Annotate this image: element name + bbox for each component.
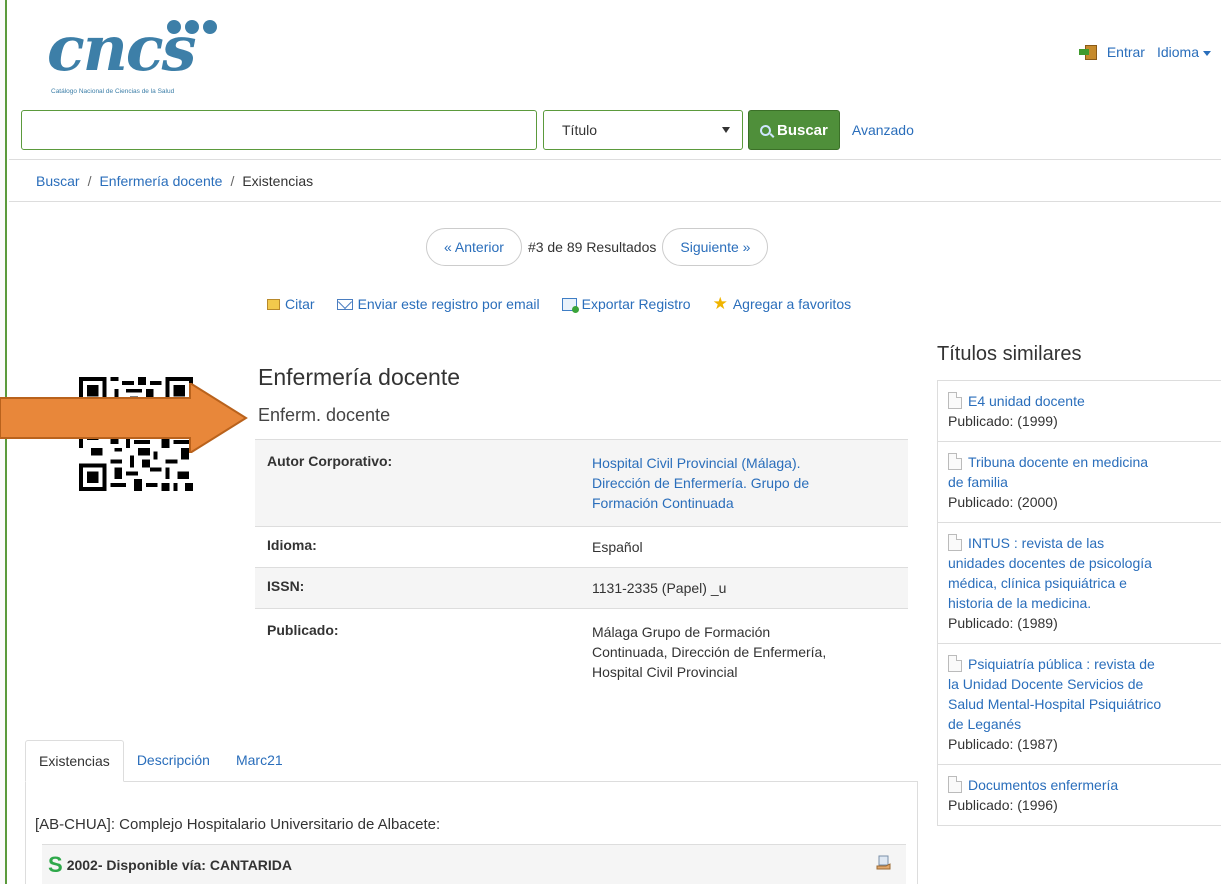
search-button-label: Buscar — [777, 121, 828, 139]
detail-row-issn: ISSN: 1131-2335 (Papel) _u — [255, 567, 908, 609]
document-icon — [948, 655, 962, 672]
detail-label: ISSN: — [267, 578, 305, 594]
detail-row-published: Publicado: Málaga Grupo de Formación Con… — [255, 608, 908, 696]
similar-titles-heading: Títulos similares — [937, 343, 1082, 365]
document-icon — [948, 392, 962, 409]
breadcrumb: Buscar / Enfermería docente / Existencia… — [9, 160, 1221, 202]
annotation-arrow — [0, 383, 248, 453]
language-dropdown[interactable]: Idioma — [1157, 44, 1211, 60]
corporate-author-link[interactable]: Hospital Civil Provincial (Málaga). Dire… — [592, 455, 809, 511]
sescam-logo-icon: S — [48, 851, 63, 877]
previous-result-button[interactable]: « Anterior — [426, 228, 522, 266]
record-title: Enfermería docente — [258, 364, 461, 390]
cite-button[interactable]: Citar — [267, 296, 315, 312]
record-details-table: Autor Corporativo: Hospital Civil Provin… — [255, 439, 908, 695]
similar-item: Tribuna docente en medicina de familia Pu… — [938, 442, 1221, 523]
similar-item-published: Publicado: (1996) — [948, 797, 1058, 813]
similar-item: Documentos enfermería Publicado: (1996) — [938, 765, 1221, 825]
result-pager: « Anterior #3 de 89 Resultados Siguiente… — [426, 228, 769, 266]
breadcrumb-current: Existencias — [242, 172, 314, 189]
export-record-button[interactable]: Exportar Registro — [561, 296, 691, 313]
search-bar: Título Buscar Avanzado — [21, 110, 914, 150]
record-tools: Citar Enviar este registro por email Exp… — [267, 294, 852, 313]
detail-value: Español — [592, 539, 643, 555]
export-icon — [561, 297, 579, 313]
similar-item-link[interactable]: Documentos enfermería — [948, 776, 1118, 793]
holdings-panel: [AB-CHUA]: Complejo Hospitalario Univers… — [25, 782, 918, 884]
similar-item: Psiquiatría pública : revista de la Unida… — [938, 644, 1221, 765]
star-icon: ★ — [712, 294, 728, 313]
breadcrumb-separator: / — [230, 172, 235, 189]
similar-item-published: Publicado: (1989) — [948, 615, 1058, 631]
detail-value: Hospital Civil Provincial (Málaga). Dire… — [580, 440, 908, 527]
similar-item: INTUS : revista de las unidades docentes … — [938, 523, 1221, 644]
search-field-value: Título — [562, 122, 598, 138]
search-icon — [760, 124, 771, 136]
favorite-label: Agregar a favoritos — [732, 296, 852, 312]
document-icon — [948, 776, 962, 793]
similar-item-published: Publicado: (1987) — [948, 736, 1058, 752]
breadcrumb-search[interactable]: Buscar — [36, 173, 80, 189]
login-link[interactable]: Entrar — [1107, 44, 1145, 60]
detail-value: Málaga Grupo de Formación Continuada, Di… — [592, 624, 827, 680]
email-icon — [336, 298, 353, 310]
detail-label: Autor Corporativo: — [267, 453, 393, 469]
similar-item-link[interactable]: INTUS : revista de las unidades docentes … — [948, 534, 1152, 611]
similar-titles-list: E4 unidad docente Publicado: (1999) Trib… — [937, 380, 1221, 826]
detail-row-language: Idioma: Español — [255, 526, 908, 568]
cite-label: Citar — [285, 296, 315, 312]
add-favorite-button[interactable]: ★ Agregar a favoritos — [712, 294, 852, 313]
tab-holdings[interactable]: Existencias — [25, 740, 124, 782]
advanced-search-link[interactable]: Avanzado — [852, 122, 914, 138]
hand-request-icon[interactable] — [876, 855, 892, 871]
cite-icon — [267, 298, 280, 310]
tab-marc21[interactable]: Marc21 — [223, 739, 296, 781]
tab-description[interactable]: Descripción — [124, 739, 223, 781]
top-links: Entrar Idioma — [1078, 44, 1211, 60]
holding-library: [AB-CHUA]: Complejo Hospitalario Univers… — [35, 816, 441, 833]
record-subtitle: Enferm. docente — [258, 405, 391, 425]
detail-value: 1131-2335 (Papel) _u — [592, 580, 727, 596]
document-icon — [948, 453, 962, 470]
search-field-select[interactable]: Título — [543, 110, 743, 150]
similar-item-link[interactable]: E4 unidad docente — [948, 392, 1085, 409]
result-position: #3 de 89 Resultados — [527, 239, 657, 255]
email-record-button[interactable]: Enviar este registro por email — [336, 296, 540, 312]
holding-item-text: 2002- Disponible vía: CANTARIDA — [66, 856, 293, 873]
similar-item-published: Publicado: (2000) — [948, 494, 1058, 510]
breadcrumb-separator: / — [87, 172, 92, 189]
email-label: Enviar este registro por email — [357, 296, 540, 312]
chevron-down-icon — [1203, 50, 1211, 56]
logo-dots — [167, 20, 221, 37]
chevron-down-icon — [722, 127, 730, 133]
language-label: Idioma — [1156, 44, 1199, 60]
document-icon — [948, 534, 962, 551]
logo-subtitle: Catálogo Nacional de Ciencias de la Salu… — [51, 88, 175, 95]
similar-item-link[interactable]: Psiquiatría pública : revista de la Unida… — [948, 655, 1161, 732]
search-button[interactable]: Buscar — [748, 110, 840, 150]
search-input[interactable] — [21, 110, 537, 150]
detail-label: Idioma: — [267, 537, 317, 553]
detail-label: Publicado: — [267, 622, 339, 638]
login-door-icon[interactable] — [1078, 44, 1099, 60]
logo[interactable]: cncs Catálogo Nacional de Ciencias de la… — [47, 18, 237, 98]
similar-item-published: Publicado: (1999) — [948, 413, 1058, 429]
export-label: Exportar Registro — [581, 296, 691, 312]
next-result-button[interactable]: Siguiente » — [662, 228, 769, 266]
breadcrumb-record[interactable]: Enfermería docente — [99, 173, 222, 189]
holding-item: S 2002- Disponible vía: CANTARIDA — [42, 844, 906, 884]
similar-item-link[interactable]: Tribuna docente en medicina de familia — [948, 453, 1148, 490]
similar-item: E4 unidad docente Publicado: (1999) — [938, 381, 1221, 442]
detail-row-author: Autor Corporativo: Hospital Civil Provin… — [255, 439, 908, 527]
header: cncs Catálogo Nacional de Ciencias de la… — [9, 0, 1221, 160]
record-tabs: Existencias Descripción Marc21 — [25, 740, 918, 782]
